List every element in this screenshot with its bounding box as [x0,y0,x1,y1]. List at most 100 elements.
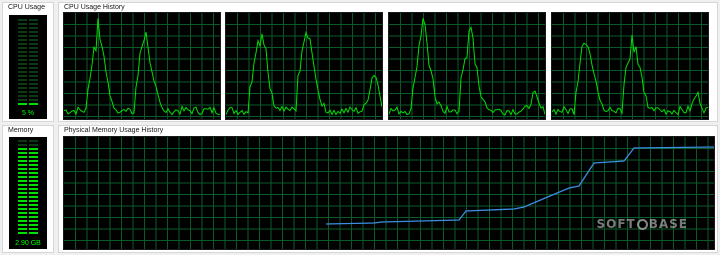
cpu-usage-title: CPU Usage [8,4,45,11]
memory-value: 2.90 GB [15,240,41,247]
meter-segment [29,27,38,29]
meter-segment-lit [18,216,27,218]
meter-segment [18,31,27,33]
meter-segment-lit [29,196,38,198]
memory-usage-trace [325,146,714,225]
meter-segment-lit [29,164,38,166]
meter-segment [29,23,38,25]
meter-segment [18,87,27,89]
memory-history-group: Physical Memory Usage History [58,125,718,253]
meter-segment-lit [29,152,38,154]
meter-segment [29,35,38,37]
meter-segment [18,83,27,85]
meter-segment-lit [29,216,38,218]
cpu-meter-bars [18,19,38,105]
meter-segment-lit [18,220,27,222]
cpu-core-graph-2 [225,12,383,120]
meter-segment-lit [18,188,27,190]
meter-segment-lit [18,200,27,202]
meter-segment-lit [29,208,38,210]
meter-segment [29,95,38,97]
memory-history-graph [63,136,715,250]
meter-segment [29,59,38,61]
meter-segment [18,79,27,81]
meter-segment [18,23,27,25]
memory-meter: 2.90 GB [9,137,47,249]
meter-segment [29,75,38,77]
cpu-core-graph-4 [551,12,709,120]
memory-title: Memory [8,127,34,134]
meter-segment-lit [29,180,38,182]
meter-segment-lit [18,180,27,182]
meter-segment [29,87,38,89]
meter-segment-lit [18,152,27,154]
meter-segment-lit [29,160,38,162]
meter-segment-lit [29,168,38,170]
meter-segment [18,47,27,49]
cpu-core-graph-3 [388,12,546,120]
meter-segment-lit [18,224,27,226]
graph-grid [64,13,220,119]
meter-segment-lit [18,196,27,198]
meter-segment-lit [29,103,38,105]
meter-segment-lit [29,200,38,202]
meter-segment [18,55,27,57]
meter-segment-lit [29,232,38,234]
meter-segment [18,140,27,142]
cpu-usage-value: 5 % [21,110,35,117]
meter-segment-lit [18,228,27,230]
meter-segment [18,99,27,101]
meter-segment [29,55,38,57]
meter-segment-lit [29,176,38,178]
memory-meter-bars [18,140,38,234]
meter-segment [18,19,27,21]
cpu-history-title: CPU Usage History [64,4,125,11]
meter-segment [18,39,27,41]
meter-segment-lit [18,232,27,234]
meter-segment [29,79,38,81]
meter-segment [29,99,38,101]
meter-segment [18,27,27,29]
meter-segment-lit [29,148,38,150]
graph-grid [226,13,382,119]
meter-segment-lit [18,148,27,150]
meter-segment-lit [29,172,38,174]
meter-segment [29,91,38,93]
meter-segment [29,31,38,33]
meter-segment [18,71,27,73]
meter-segment-lit [18,172,27,174]
meter-segment-lit [29,224,38,226]
meter-segment-lit [18,156,27,158]
meter-segment-lit [29,204,38,206]
meter-segment-lit [18,176,27,178]
meter-segment [29,140,38,142]
meter-segment-lit [18,192,27,194]
meter-segment-lit [18,103,27,105]
meter-segment [29,71,38,73]
memory-group: Memory 2.90 GB [2,125,54,253]
cpu-usage-meter: 5 % [9,15,47,119]
meter-segment [29,83,38,85]
meter-segment-lit [18,168,27,170]
softobase-watermark: SOFT BASE [596,217,688,231]
meter-segment [29,39,38,41]
meter-segment [29,67,38,69]
meter-segment [18,43,27,45]
meter-segment-lit [18,184,27,186]
meter-segment [18,67,27,69]
meter-segment-lit [29,228,38,230]
meter-segment [29,47,38,49]
memory-history-title: Physical Memory Usage History [64,127,164,134]
cpu-core-graph-1 [63,12,221,120]
meter-segment [29,19,38,21]
meter-segment-lit [18,160,27,162]
meter-segment-lit [29,156,38,158]
meter-segment [18,35,27,37]
meter-segment-lit [18,164,27,166]
cpu-usage-group: CPU Usage 5 % [2,2,54,122]
meter-segment [18,91,27,93]
meter-segment-lit [29,220,38,222]
meter-segment [18,75,27,77]
meter-segment [18,144,27,146]
meter-segment-lit [29,192,38,194]
